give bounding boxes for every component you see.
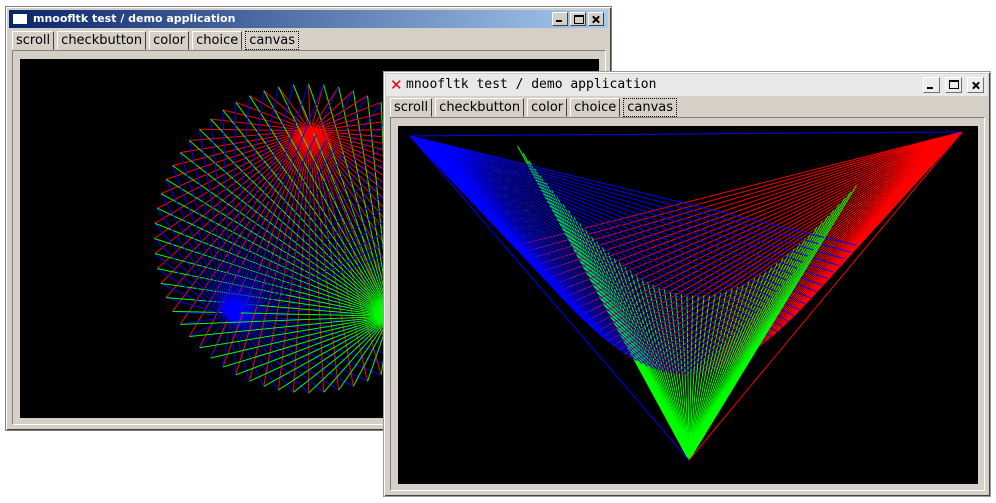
canvas-string-art-triangle	[409, 131, 963, 461]
tab-canvas[interactable]: canvas	[245, 31, 300, 50]
red-ray	[585, 131, 963, 322]
close-icon[interactable]	[967, 77, 984, 93]
blue-ray	[409, 135, 744, 358]
close-icon[interactable]	[588, 12, 604, 26]
red-chord	[277, 130, 311, 391]
green-chord	[292, 84, 391, 317]
blue-ray	[409, 135, 710, 373]
tab-checkbutton[interactable]: checkbutton	[435, 98, 525, 117]
red-ray	[641, 131, 963, 364]
tab-color[interactable]: color	[527, 98, 568, 117]
minimize-icon[interactable]	[923, 77, 940, 93]
blue-ray	[409, 135, 778, 333]
blue-chord	[172, 165, 232, 317]
tab-scroll[interactable]: scroll	[390, 98, 433, 117]
window-controls	[550, 12, 604, 26]
blue-ray	[409, 135, 727, 367]
blue-ray	[409, 135, 829, 280]
minimize-icon[interactable]	[552, 12, 568, 26]
blue-ray	[409, 135, 823, 286]
demo-window-front[interactable]: ✕ mnoofltk test / demo application scrol…	[383, 71, 991, 497]
tab-choice[interactable]: choice	[570, 98, 621, 117]
tab-bar: scroll checkbutton color choice canvas	[12, 31, 300, 50]
window-title: mnoofltk test / demo application	[33, 12, 236, 25]
window-controls	[921, 77, 984, 93]
tab-canvas[interactable]: canvas	[623, 98, 678, 117]
blue-ray	[409, 135, 761, 347]
green-ray	[688, 291, 728, 461]
tab-choice[interactable]: choice	[192, 31, 243, 50]
green-chord	[323, 315, 391, 393]
window-app-icon	[12, 13, 28, 25]
blue-ray	[409, 135, 750, 355]
tab-checkbutton[interactable]: checkbutton	[57, 31, 147, 50]
blue-ray	[409, 135, 677, 375]
maximize-icon[interactable]	[570, 12, 586, 26]
drawing-canvas[interactable]	[398, 126, 978, 484]
red-ray	[545, 131, 963, 280]
maximize-icon[interactable]	[945, 77, 962, 93]
red-ray	[652, 131, 963, 369]
title-bar[interactable]: mnoofltk test / demo application	[9, 10, 608, 28]
tab-panel-canvas	[390, 117, 985, 491]
tab-color[interactable]: color	[149, 31, 190, 50]
tab-bar: scroll checkbutton color choice canvas	[390, 98, 678, 117]
title-bar[interactable]: ✕ mnoofltk test / demo application	[386, 74, 988, 96]
green-ray	[658, 287, 690, 461]
triangle-top-edge	[409, 131, 963, 137]
blue-ray	[409, 135, 688, 375]
x-app-icon: ✕	[390, 76, 403, 94]
red-chord	[235, 130, 311, 375]
tab-scroll[interactable]: scroll	[12, 31, 55, 50]
blue-ray	[409, 135, 733, 364]
window-title: mnoofltk test / demo application	[406, 77, 657, 92]
red-ray	[579, 131, 963, 317]
